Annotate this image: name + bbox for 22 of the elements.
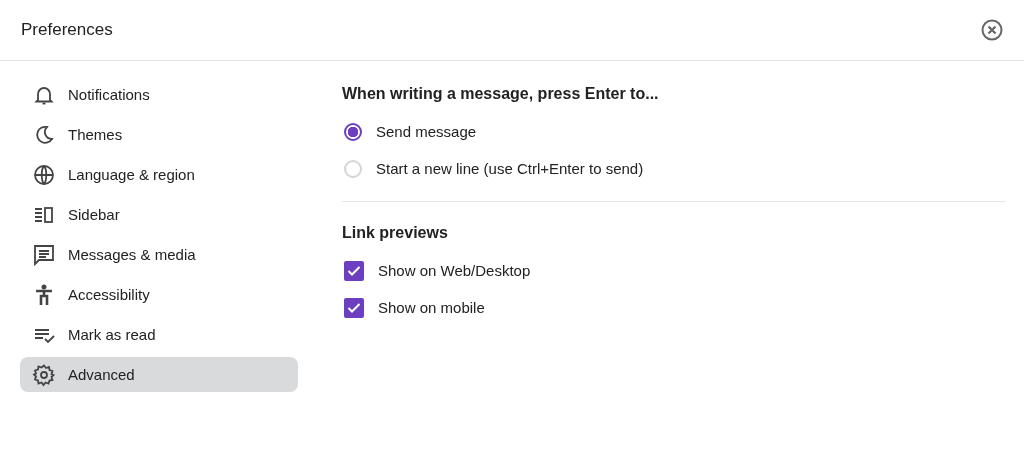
section-title: Link previews bbox=[342, 224, 449, 242]
sidebar-item[interactable]: Notifications bbox=[20, 77, 298, 112]
sidebar-item[interactable]: Advanced bbox=[20, 357, 298, 392]
sidebar-item[interactable]: Messages & media bbox=[20, 237, 298, 272]
checkbox[interactable] bbox=[344, 260, 364, 281]
sidebar-item[interactable]: Sidebar bbox=[20, 197, 298, 232]
window-title: Preferences bbox=[21, 20, 113, 40]
sidebar-item[interactable]: Themes bbox=[20, 117, 298, 152]
option-label: Start a new line (use Ctrl+Enter to send) bbox=[376, 160, 644, 177]
option-label: Show on Web/Desktop bbox=[378, 262, 531, 279]
radio-button[interactable] bbox=[344, 122, 362, 141]
section-title: When writing a message, press Enter to... bbox=[342, 85, 660, 103]
option-label: Show on mobile bbox=[378, 299, 485, 316]
sidebar-item[interactable]: Accessibility bbox=[20, 277, 298, 312]
checkbox[interactable] bbox=[344, 297, 364, 318]
close-icon[interactable] bbox=[980, 18, 1004, 42]
sidebar-item[interactable]: Language & region bbox=[20, 157, 298, 192]
globe-icon bbox=[32, 162, 56, 187]
settings-icon bbox=[32, 362, 56, 387]
message-icon bbox=[32, 242, 56, 267]
option-label: Send message bbox=[376, 123, 477, 140]
sidebar-item[interactable]: Mark as read bbox=[20, 317, 298, 352]
